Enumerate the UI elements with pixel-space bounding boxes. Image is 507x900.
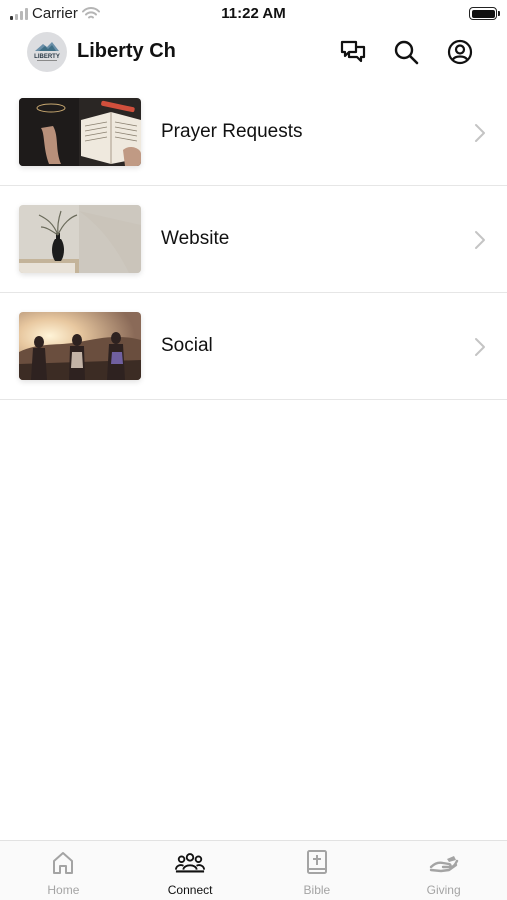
chevron-right-icon [475,338,485,356]
chevron-right-icon [475,231,485,249]
list-item-website[interactable]: Website [0,186,507,293]
list-item-label: Prayer Requests [161,121,303,142]
search-icon [394,40,419,65]
tab-label: Connect [167,883,213,897]
bible-icon [302,849,332,877]
prayer-requests-thumbnail [19,98,141,166]
church-logo[interactable]: LIBERTY [27,32,67,72]
list-item-social[interactable]: Social [0,293,507,400]
tab-giving[interactable]: Giving [380,841,507,900]
tab-bar: Home Connect Bible Giving [0,840,507,900]
battery-icon [469,7,500,20]
connect-list: Prayer Requests Website Social [0,79,507,400]
logo-text: LIBERTY [34,54,60,60]
messages-button[interactable] [339,38,367,66]
app-header: LIBERTY Liberty Ch [0,30,507,76]
tab-bible[interactable]: Bible [254,841,381,900]
chat-bubbles-icon [340,40,366,63]
list-item-label: Website [161,228,230,249]
tab-label: Home [47,883,80,897]
tab-connect[interactable]: Connect [127,841,254,900]
search-button[interactable] [392,38,420,66]
website-thumbnail [19,205,141,273]
social-thumbnail [19,312,141,380]
logo-mark-icon: LIBERTY [34,42,60,61]
tab-home[interactable]: Home [0,841,127,900]
app-title: Liberty Ch [77,40,176,62]
giving-hand-icon [429,849,459,877]
status-time: 11:22 AM [221,5,286,22]
list-item-label: Social [161,335,213,356]
tab-label: Bible [303,883,331,897]
status-bar: Carrier 11:22 AM [0,0,507,26]
profile-button[interactable] [446,38,474,66]
list-item-prayer-requests[interactable]: Prayer Requests [0,79,507,186]
user-circle-icon [447,39,473,65]
tab-label: Giving [426,883,461,897]
chevron-right-icon [475,124,485,142]
people-icon [175,849,206,877]
home-icon [48,849,78,877]
